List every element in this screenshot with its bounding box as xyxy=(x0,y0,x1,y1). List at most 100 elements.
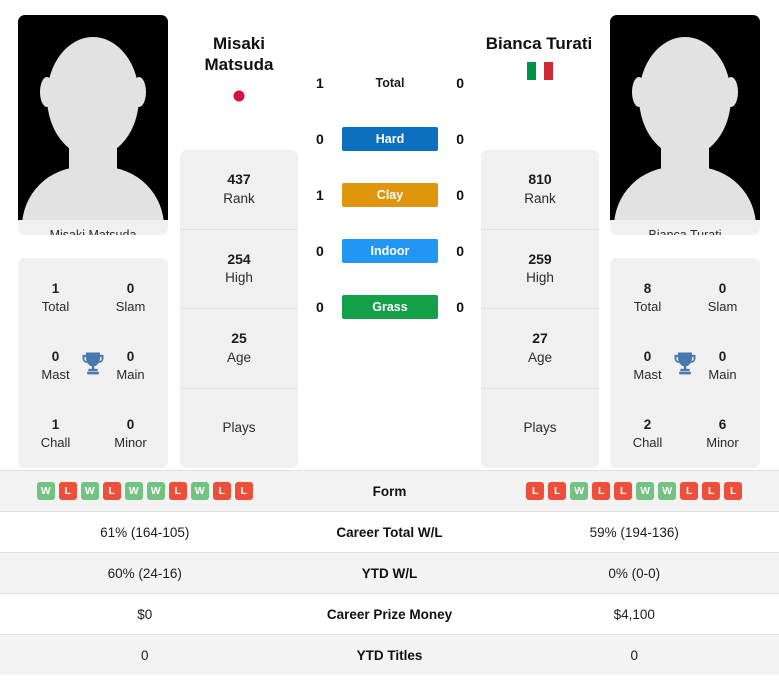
age-row-left: 25 Age xyxy=(180,309,298,389)
titles-minor-right: 6 Minor xyxy=(685,400,760,468)
h2h-row-hard: 0 Hard 0 xyxy=(300,111,480,167)
stat-label: Career Prize Money xyxy=(326,606,453,622)
stat-value-left: $0 xyxy=(137,606,153,622)
titles-slam-left: 0 Slam xyxy=(93,264,168,332)
player-avatar-right xyxy=(610,15,760,220)
h2h-surface-label-clay[interactable]: Clay xyxy=(342,183,438,207)
titles-chall-right: 2 Chall xyxy=(610,400,685,468)
player-avatar-left xyxy=(18,15,168,220)
high-row-right: 259 High xyxy=(481,230,599,309)
titles-chall-value: 1 xyxy=(51,417,60,433)
flag-band-white xyxy=(535,62,545,80)
player-photo-card-left[interactable]: Misaki Matsuda xyxy=(18,15,168,235)
flag-band-green xyxy=(527,62,536,80)
trophy-icon xyxy=(82,352,104,375)
avatar-body-icon xyxy=(614,167,756,220)
form-badge-win: W xyxy=(80,482,99,500)
h2h-score-left: 1 xyxy=(316,75,324,91)
player-name-right-line1: Bianca Turati xyxy=(485,34,593,53)
stat-label: Career Total W/L xyxy=(336,524,443,540)
form-badge-win: W xyxy=(570,482,589,500)
avatar-ear-left-icon xyxy=(632,77,646,107)
stat-value-left: WLWLWWLWLL xyxy=(0,482,290,500)
rank-label: Rank xyxy=(223,190,255,206)
titles-mast-label: Mast xyxy=(633,367,662,383)
titles-main-value: 0 xyxy=(718,349,727,365)
high-row-left: 254 High xyxy=(180,230,298,309)
titles-minor-label: Minor xyxy=(114,435,147,451)
h2h-row-indoor: 0 Indoor 0 xyxy=(300,223,480,279)
h2h-surface-label-hard[interactable]: Hard xyxy=(342,127,438,151)
table-row: $0 Career Prize Money $4,100 xyxy=(0,593,779,634)
player-name-left[interactable]: Misaki Matsuda xyxy=(164,33,314,76)
titles-mast-value: 0 xyxy=(51,349,60,365)
form-strip-right: LLWLLWWLLL xyxy=(526,482,743,500)
comparison-header: Misaki Matsuda Bianca Turati 1 Total 0 S… xyxy=(0,0,779,470)
player-name-right[interactable]: Bianca Turati xyxy=(464,33,614,54)
titles-slam-value: 0 xyxy=(718,281,727,297)
h2h-score-left: 1 xyxy=(316,187,324,203)
plays-label: Plays xyxy=(523,419,557,435)
titles-total-value: 1 xyxy=(51,281,60,297)
rank-value: 810 xyxy=(528,171,552,187)
h2h-row-grass: 0 Grass 0 xyxy=(300,279,480,335)
player-photo-card-right[interactable]: Bianca Turati xyxy=(610,15,760,235)
avatar-ear-left-icon xyxy=(40,77,54,107)
titles-total-left: 1 Total xyxy=(18,264,93,332)
titles-total-label: Total xyxy=(633,299,662,315)
plays-label: Plays xyxy=(222,419,256,435)
h2h-surface-label-grass[interactable]: Grass xyxy=(342,295,438,319)
avatar-ear-right-icon xyxy=(724,77,738,107)
stat-value-right: 0 xyxy=(630,647,638,663)
rank-value: 437 xyxy=(227,171,251,187)
rank-row-right: 810 Rank xyxy=(481,150,599,230)
rank-row-left: 437 Rank xyxy=(180,150,298,230)
stat-value-left: 60% (24-16) xyxy=(107,565,182,581)
titles-chall-value: 2 xyxy=(643,417,652,433)
titles-total-value: 8 xyxy=(643,281,652,297)
form-badge-loss: L xyxy=(526,482,545,500)
titles-minor-value: 6 xyxy=(718,417,727,433)
it-flag-icon xyxy=(527,62,554,80)
stat-value-right: 0% (0-0) xyxy=(608,565,661,581)
form-badge-loss: L xyxy=(702,482,721,500)
high-value: 254 xyxy=(227,250,251,267)
flag-band-red xyxy=(544,62,554,80)
titles-card-right: 8 Total 0 Slam 0 Mast 0 Main 2 Chall 6 M… xyxy=(610,258,760,468)
stat-label: YTD W/L xyxy=(361,565,418,581)
info-card-left: 437 Rank 254 High 25 Age Plays xyxy=(180,150,298,468)
player-photo-caption-left: Misaki Matsuda xyxy=(49,228,137,235)
stat-value-right: $4,100 xyxy=(613,606,655,622)
h2h-score-right: 0 xyxy=(456,75,464,91)
head-to-head-surfaces: 1 Total 0 0 Hard 0 1 Clay 0 0 Indoor 0 0 Grass 0 xyxy=(300,55,480,335)
form-badge-win: W xyxy=(658,482,677,500)
stat-value-left: 0 xyxy=(140,647,149,663)
h2h-score-left: 0 xyxy=(316,299,324,315)
titles-total-label: Total xyxy=(41,299,70,315)
titles-main-label: Main xyxy=(116,367,145,383)
plays-row-right: Plays xyxy=(481,389,599,469)
titles-minor-value: 0 xyxy=(126,417,135,433)
h2h-score-right: 0 xyxy=(456,243,464,259)
form-badge-loss: L xyxy=(234,482,253,500)
form-badge-loss: L xyxy=(168,482,187,500)
form-badge-win: W xyxy=(146,482,165,500)
table-row: 0 YTD Titles 0 xyxy=(0,634,779,675)
stat-label: Form xyxy=(372,483,407,499)
stat-value-right: 59% (194-136) xyxy=(589,524,679,540)
stat-label: YTD Titles xyxy=(356,647,423,663)
form-badge-loss: L xyxy=(212,482,231,500)
form-badge-win: W xyxy=(636,482,655,500)
h2h-score-left: 0 xyxy=(316,243,324,259)
form-badge-win: W xyxy=(36,482,55,500)
h2h-score-left: 0 xyxy=(316,131,324,147)
titles-mast-value: 0 xyxy=(643,349,652,365)
stat-value-right: LLWLLWWLLL xyxy=(490,482,779,500)
h2h-surface-label-indoor[interactable]: Indoor xyxy=(342,239,438,263)
titles-chall-label: Chall xyxy=(40,435,71,451)
h2h-surface-label-total: Total xyxy=(375,76,405,90)
high-label: High xyxy=(526,270,554,286)
titles-slam-right: 0 Slam xyxy=(685,264,760,332)
form-badge-loss: L xyxy=(548,482,567,500)
h2h-row-total: 1 Total 0 xyxy=(300,55,480,111)
